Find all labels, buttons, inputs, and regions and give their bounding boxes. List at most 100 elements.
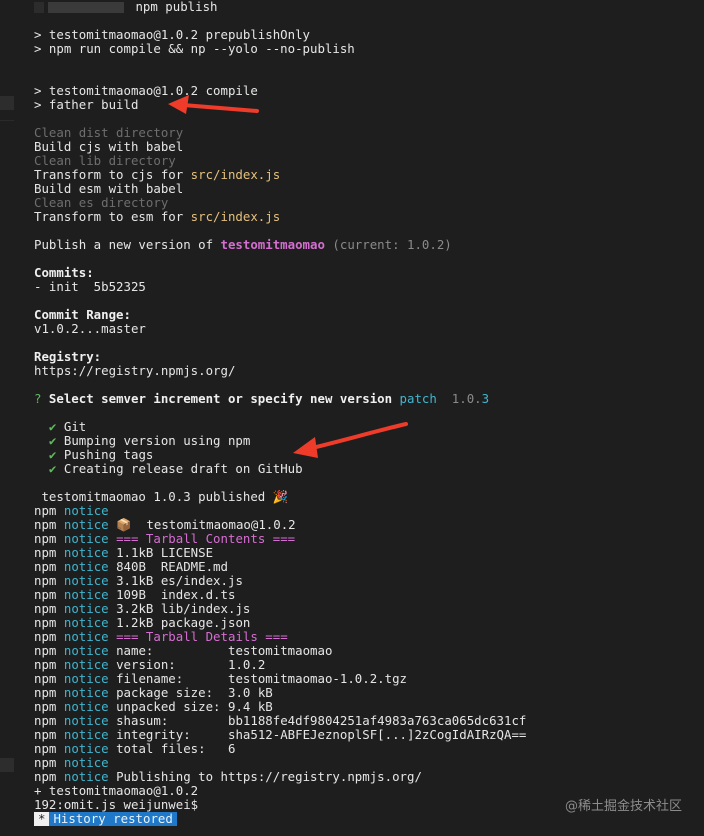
transform-text: Transform to esm for	[34, 209, 191, 224]
status-marker: *	[34, 812, 50, 826]
current-version: (current: 1.0.2)	[324, 237, 452, 252]
notice-text: version: 1.0.2	[108, 657, 266, 672]
father-build-line: > father build	[34, 97, 139, 112]
notice-label: notice	[63, 685, 109, 700]
npm-notice-line: npm notice Publishing to https://registr…	[34, 770, 422, 784]
arrow-icon	[168, 95, 259, 114]
notice-text: 📦 testomitmaomao@1.0.2	[108, 517, 296, 532]
npm-notice-line: npm notice version: 1.0.2	[34, 658, 265, 672]
notice-label: notice	[63, 741, 109, 756]
clean-dist-line: Clean dist directory	[34, 125, 184, 140]
notice-label: notice	[63, 615, 109, 630]
prompt-text: Select semver increment or specify new v…	[41, 391, 400, 406]
notice-text: filename: testomitmaomao-1.0.2.tgz	[108, 671, 408, 686]
npm-notice-line: npm notice 📦 testomitmaomao@1.0.2	[34, 518, 296, 532]
notice-text: shasum: bb1188fe4df9804251af4983a763ca06…	[108, 713, 527, 728]
commit-range-label: Commit Range:	[34, 307, 131, 322]
prompt-version-digit: 3	[481, 391, 490, 406]
commit-entry: - init 5b52325	[34, 279, 146, 294]
npm-label: npm	[34, 699, 57, 714]
redacted-text	[48, 2, 124, 13]
npm-label: npm	[34, 559, 57, 574]
notice-label: notice	[63, 629, 109, 644]
compile-np-line: > npm run compile && np --yolo --no-publ…	[34, 41, 355, 56]
notice-label: notice	[63, 531, 109, 546]
notice-label: notice	[63, 755, 109, 770]
notice-text: 1.1kB LICENSE	[108, 545, 214, 560]
file-path: src/index.js	[190, 167, 281, 182]
npm-notice-line: npm notice	[34, 756, 109, 770]
task-label: Creating release draft on GitHub	[63, 461, 303, 476]
shell-prompt[interactable]: 192:omit.js weijunwei$	[34, 798, 198, 812]
npm-label: npm	[34, 713, 57, 728]
notice-text: 3.1kB es/index.js	[108, 573, 243, 588]
npm-label: npm	[34, 601, 57, 616]
prepublish-line: > testomitmaomao@1.0.2 prepublishOnly	[34, 27, 311, 42]
publish-text: Publish a new version of	[34, 237, 221, 252]
notice-label: notice	[63, 587, 109, 602]
npm-notice-line: npm notice 3.1kB es/index.js	[34, 574, 243, 588]
npm-label: npm	[34, 657, 57, 672]
notice-text: Publishing to https://registry.npmjs.org…	[108, 769, 422, 784]
npm-label: npm	[34, 615, 57, 630]
npm-notice-line: npm notice 3.2kB lib/index.js	[34, 602, 250, 616]
plus-package-line: + testomitmaomao@1.0.2	[34, 783, 199, 798]
npm-notice-line: npm notice shasum: bb1188fe4df9804251af4…	[34, 714, 526, 728]
notice-label: notice	[63, 545, 109, 560]
transform-esm-line: Transform to esm for src/index.js	[34, 210, 280, 224]
status-message: History restored	[49, 812, 177, 826]
notice-label: notice	[63, 699, 109, 714]
npm-notice-line: npm notice 109B index.d.ts	[34, 588, 235, 602]
npm-notice-line: npm notice === Tarball Contents ===	[34, 532, 295, 546]
notice-text: package size: 3.0 kB	[108, 685, 273, 700]
task-label: Pushing tags	[63, 447, 154, 462]
status-bar: * History restored	[34, 812, 177, 826]
npm-notice-line: npm notice name: testomitmaomao	[34, 644, 332, 658]
semver-prompt: ? Select semver increment or specify new…	[34, 392, 489, 406]
npm-label: npm	[34, 643, 57, 658]
file-path: src/index.js	[190, 209, 281, 224]
npm-label: npm	[34, 573, 57, 588]
notice-text: === Tarball Details ===	[108, 629, 288, 644]
task-bump: ✔ Bumping version using npm	[34, 434, 250, 448]
task-tags: ✔ Pushing tags	[34, 448, 153, 462]
task-label: Git	[63, 419, 87, 434]
npm-label: npm	[34, 755, 57, 770]
npm-notice-line: npm notice 1.2kB package.json	[34, 616, 250, 630]
check-icon: ✔	[48, 447, 57, 462]
build-esm-line: Build esm with babel	[34, 181, 184, 196]
transform-text: Transform to cjs for	[34, 167, 191, 182]
npm-label: npm	[34, 769, 57, 784]
npm-notice-line: npm notice integrity: sha512-ABFEJeznopl…	[34, 728, 526, 742]
notice-text: 3.2kB lib/index.js	[108, 601, 251, 616]
clean-es-line: Clean es directory	[34, 195, 169, 210]
task-release: ✔ Creating release draft on GitHub	[34, 462, 303, 476]
npm-label: npm	[34, 503, 57, 518]
published-line: testomitmaomao 1.0.3 published 🎉	[34, 489, 289, 504]
prompt-version: 1.0.	[436, 391, 482, 406]
gutter-marker	[0, 758, 14, 772]
notice-text: 109B index.d.ts	[108, 587, 236, 602]
registry-label: Registry:	[34, 349, 102, 364]
npm-notice-line: npm notice === Tarball Details ===	[34, 630, 288, 644]
npm-label: npm	[34, 727, 57, 742]
notice-label: notice	[63, 559, 109, 574]
notice-text: 840B README.md	[108, 559, 228, 574]
npm-notice-line: npm notice 1.1kB LICENSE	[34, 546, 213, 560]
arrow-icon	[293, 422, 408, 458]
npm-notice-line: npm notice package size: 3.0 kB	[34, 686, 273, 700]
commit-range: v1.0.2...master	[34, 321, 146, 336]
check-icon: ✔	[48, 433, 57, 448]
npm-notice-line: npm notice unpacked size: 9.4 kB	[34, 700, 273, 714]
notice-text: total files: 6	[108, 741, 236, 756]
npm-label: npm	[34, 629, 57, 644]
notice-label: notice	[63, 657, 109, 672]
npm-notice-line: npm notice 840B README.md	[34, 560, 228, 574]
commits-label: Commits:	[34, 265, 94, 280]
notice-label: notice	[63, 573, 109, 588]
watermark: @稀土掘金技术社区	[564, 799, 682, 814]
terminal-window[interactable]: npm publish > testomitmaomao@1.0.2 prepu…	[0, 0, 704, 836]
gutter	[0, 0, 16, 836]
npm-label: npm	[34, 545, 57, 560]
command-text: npm publish	[128, 0, 218, 14]
